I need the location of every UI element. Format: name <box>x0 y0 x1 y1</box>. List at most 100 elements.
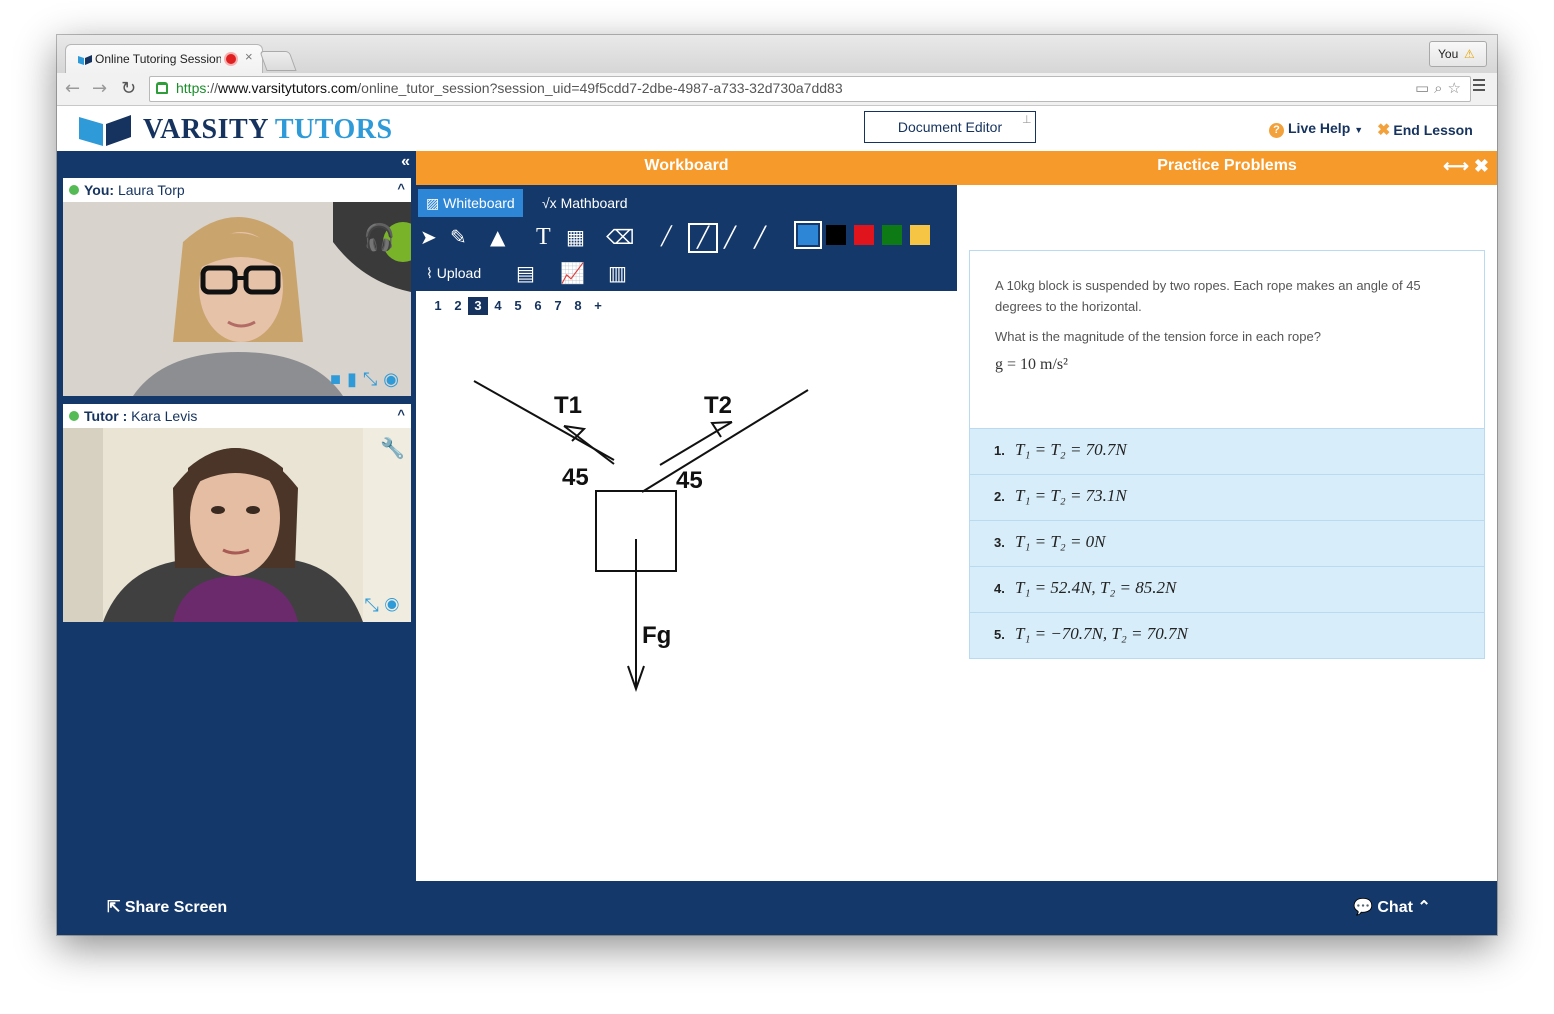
camera-controls-you[interactable]: ■▮⤡◉ <box>330 369 405 390</box>
whiteboard-toolbar: ▨ Whiteboard √x Mathboard ➤ ✎ ▲ T ▦ ⌫ ╱ … <box>416 185 957 291</box>
address-bar[interactable]: https://www.varsitytutors.com/online_tut… <box>149 76 1471 102</box>
lock-icon <box>156 82 168 94</box>
label-angle-right: 45 <box>676 467 703 494</box>
profile-button[interactable]: You ⚠ <box>1429 41 1487 67</box>
mathboard-icon: √x <box>542 195 557 211</box>
upload-button[interactable]: ⌇ Upload <box>418 259 489 287</box>
page-number[interactable]: 4 <box>488 297 508 315</box>
bar-graph-icon[interactable]: ▥ <box>608 261 627 285</box>
answer-number: 5. <box>994 627 1005 642</box>
forward-icon[interactable]: → <box>92 78 107 99</box>
practice-header: Practice Problems ⟷ ✖ <box>957 151 1497 185</box>
tab-whiteboard[interactable]: ▨ Whiteboard <box>418 189 523 217</box>
answer-option[interactable]: 1. T₁ = T₂ = 70.7N <box>969 428 1485 475</box>
camera-controls-tutor[interactable]: ⤡◉ <box>364 595 405 616</box>
tab-strip: Online Tutoring Session × You ⚠ <box>57 35 1497 74</box>
select-arrow-icon[interactable]: ➤ <box>420 225 437 249</box>
shapes-icon[interactable]: ▲ <box>490 225 505 249</box>
chat-bubble-icon: 💬 <box>1353 899 1373 916</box>
answer-list: 1. T₁ = T₂ = 70.7N 2. T₁ = T₂ = 73.1N 3. T₁ =… <box>969 428 1485 659</box>
color-yellow-swatch[interactable] <box>910 225 930 245</box>
answer-number: 2. <box>994 489 1005 504</box>
warning-icon: ⚠ <box>1464 47 1475 61</box>
chevron-up-icon[interactable]: ^ <box>397 181 405 196</box>
reload-icon[interactable]: ↻ <box>121 78 136 99</box>
panel-controls: ⟷ ✖ <box>1443 151 1489 181</box>
answer-number: 4. <box>994 581 1005 596</box>
collapse-panel-icon[interactable]: « <box>401 153 410 171</box>
browser-tab[interactable]: Online Tutoring Session × <box>65 44 263 74</box>
answer-option[interactable]: 4. T₁ = 52.4N, T₂ = 85.2N <box>969 567 1485 613</box>
tab-close-icon[interactable]: × <box>245 49 253 64</box>
chevron-up-icon: ⌃ <box>1417 899 1431 916</box>
page-number[interactable]: + <box>588 297 608 315</box>
answer-expression: T₁ = T₂ = 70.7N <box>1015 440 1127 459</box>
practice-panel: Practice Problems ⟷ ✖ A 10kg block is su… <box>957 151 1497 881</box>
page-number[interactable]: 3 <box>468 297 488 315</box>
text-tool-icon[interactable]: T <box>536 225 551 249</box>
calculator-icon[interactable]: ▤ <box>516 261 535 285</box>
page-number[interactable]: 5 <box>508 297 528 315</box>
answer-option[interactable]: 5. T₁ = −70.7N, T₂ = 70.7N <box>969 613 1485 659</box>
practice-title: Practice Problems <box>1157 157 1297 174</box>
live-help-menu[interactable]: ? Live Help ▼ <box>1269 120 1363 138</box>
page-number[interactable]: 8 <box>568 297 588 315</box>
formula: g = 10 m/s² <box>995 356 1068 373</box>
label-t2: T2 <box>704 392 732 419</box>
menu-icon[interactable] <box>1473 79 1485 94</box>
thin-line-icon[interactable]: ╱ <box>661 225 672 249</box>
video-panel: « You: Laura Torp ^ 🎧 ■▮⤡◉ Tutor: Kara … <box>57 151 416 881</box>
close-icon: ✖ <box>1377 122 1391 139</box>
thicker-line-icon[interactable]: ╱ <box>754 225 766 249</box>
headset-icon: 🎧 <box>363 222 396 252</box>
color-blue-swatch[interactable] <box>798 225 818 245</box>
varsity-logo-icon <box>79 115 131 146</box>
recording-icon <box>226 54 236 64</box>
thick-line-icon[interactable]: ╱ <box>724 225 736 249</box>
table-icon[interactable]: ▦ <box>566 225 585 249</box>
wrench-icon[interactable]: 🔧 <box>380 436 405 461</box>
chevron-up-icon[interactable]: ^ <box>397 407 405 422</box>
workboard-title: Workboard <box>416 151 957 185</box>
back-icon[interactable]: ← <box>65 78 80 99</box>
answer-option[interactable]: 2. T₁ = T₂ = 73.1N <box>969 475 1485 521</box>
tab-title: Online Tutoring Session <box>95 52 221 66</box>
resize-icon[interactable]: ⟷ <box>1443 156 1469 176</box>
participant-label: Tutor : Kara Levis <box>84 408 198 424</box>
share-icon: ⇱ <box>107 899 121 916</box>
end-lesson-button[interactable]: ✖ End Lesson <box>1377 120 1473 140</box>
label-t1: T1 <box>554 392 582 419</box>
chat-button[interactable]: 💬 Chat ⌃ <box>1353 897 1431 917</box>
color-black-swatch[interactable] <box>826 225 846 245</box>
profile-label: You <box>1438 47 1459 61</box>
tab-mathboard[interactable]: √x Mathboard <box>534 189 636 217</box>
camera-blocked-icon[interactable]: ▭⌕☆ <box>1415 79 1466 97</box>
new-tab-button[interactable] <box>259 51 297 71</box>
logo-text[interactable]: VARSITY TUTORS <box>143 114 393 146</box>
browser-toolbar: ← → ↻ https://www.varsitytutors.com/onli… <box>57 73 1497 106</box>
page-number[interactable]: 2 <box>448 297 468 315</box>
site-header: VARSITY TUTORS Document Editor ⊥ ? Live H… <box>57 106 1497 152</box>
answer-expression: T₁ = T₂ = 0N <box>1015 532 1106 551</box>
page-number[interactable]: 1 <box>428 297 448 315</box>
close-panel-icon[interactable]: ✖ <box>1474 156 1489 176</box>
answer-number: 1. <box>994 443 1005 458</box>
share-screen-button[interactable]: ⇱ Share Screen <box>107 897 227 917</box>
highlighter-icon[interactable]: ✎ <box>450 225 467 249</box>
document-editor-button[interactable]: Document Editor ⊥ <box>864 111 1036 143</box>
answer-option[interactable]: 3. T₁ = T₂ = 0N <box>969 521 1485 567</box>
online-status-icon <box>69 185 79 195</box>
page-number[interactable]: 7 <box>548 297 568 315</box>
varsity-favicon-icon <box>78 55 92 65</box>
question-text: A 10kg block is suspended by two ropes. … <box>995 278 1421 314</box>
line-graph-icon[interactable]: 📈 <box>560 261 585 285</box>
page-number[interactable]: 6 <box>528 297 548 315</box>
page-selector: 1 2 3 4 5 6 7 8 + <box>428 297 608 315</box>
medium-line-icon[interactable]: ╱ <box>688 223 718 253</box>
color-green-swatch[interactable] <box>882 225 902 245</box>
color-red-swatch[interactable] <box>854 225 874 245</box>
webcam-feed-tutor: 🔧 ⤡◉ <box>63 428 411 622</box>
eraser-icon[interactable]: ⌫ <box>606 225 634 249</box>
pin-icon[interactable]: ⊥ <box>1022 114 1032 126</box>
whiteboard-canvas[interactable]: T1 T2 45 45 Fg <box>416 331 957 871</box>
